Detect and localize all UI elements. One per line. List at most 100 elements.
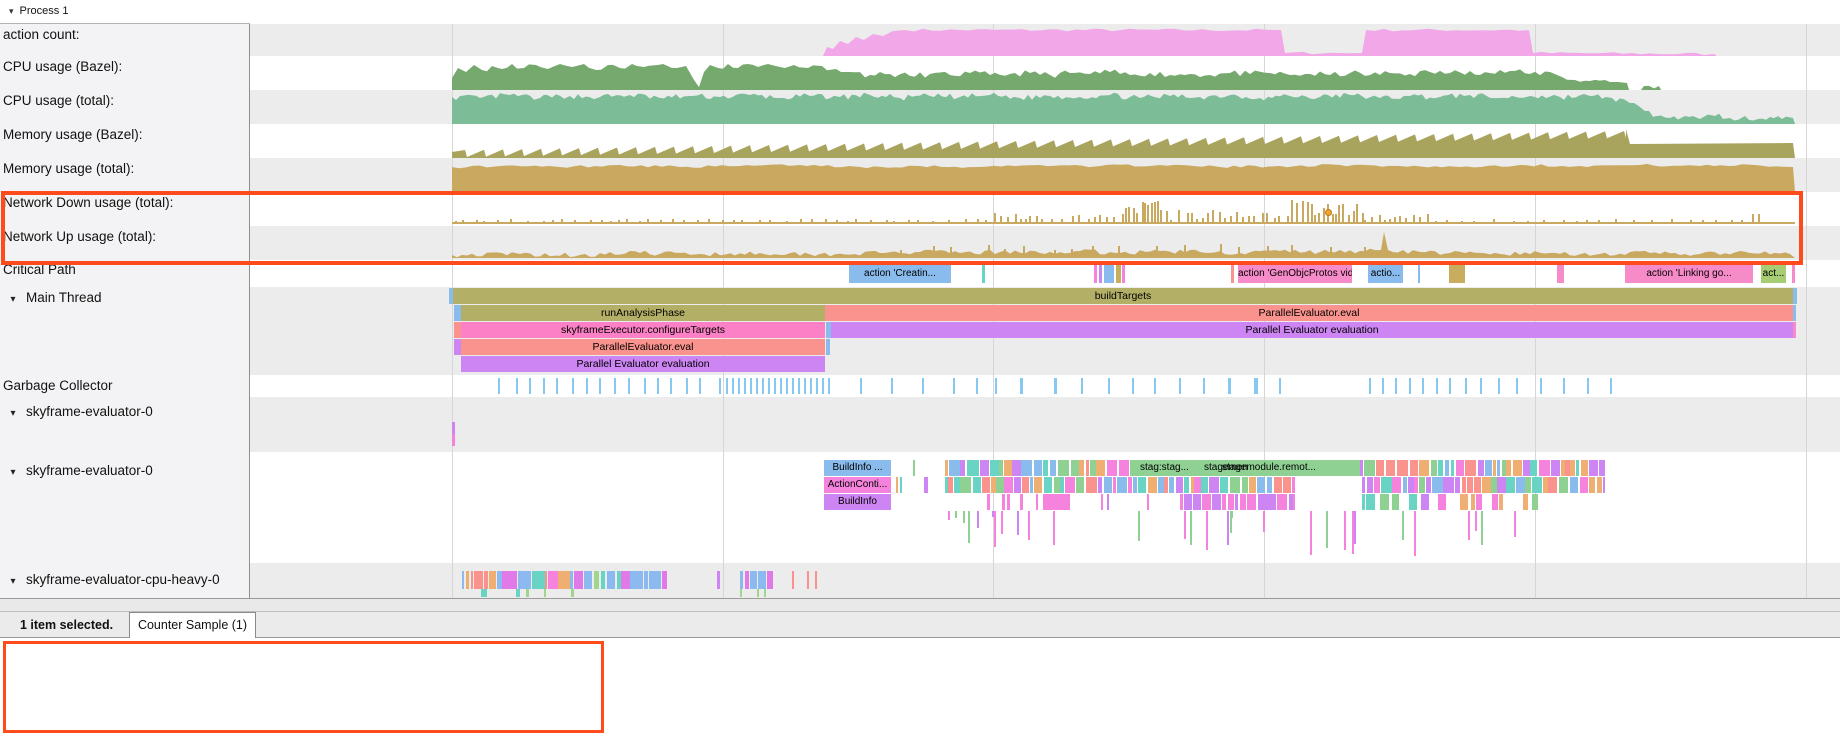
trace-slice[interactable]: [1360, 460, 1363, 476]
gc-event-tick[interactable]: [922, 378, 924, 394]
gc-event-tick[interactable]: [614, 378, 616, 394]
trace-slice[interactable]: [1283, 477, 1291, 493]
counter-spike[interactable]: [825, 219, 827, 222]
gc-event-tick[interactable]: [1516, 378, 1518, 394]
trace-slice[interactable]: [1474, 477, 1481, 493]
trace-slice[interactable]: [1570, 477, 1578, 493]
gc-event-tick[interactable]: [1154, 378, 1156, 394]
counter-spike[interactable]: [462, 220, 464, 222]
critical-path-slice[interactable]: action 'Linking go...: [1625, 264, 1753, 283]
counter-spike[interactable]: [1207, 213, 1209, 222]
counter-spike[interactable]: [1651, 220, 1653, 222]
counter-spike[interactable]: [660, 220, 662, 222]
gc-event-tick[interactable]: [744, 378, 746, 394]
trace-slice[interactable]: [1367, 477, 1373, 493]
trace-slice[interactable]: [758, 571, 765, 589]
trace-slice[interactable]: [1516, 477, 1524, 493]
trace-slice[interactable]: [1222, 494, 1226, 510]
main-thread-slice[interactable]: [1793, 322, 1796, 338]
trace-slice[interactable]: [1194, 477, 1201, 493]
counter-spike[interactable]: [1142, 202, 1144, 222]
gc-event-tick[interactable]: [1587, 378, 1589, 394]
counter-spike[interactable]: [1118, 246, 1120, 258]
call-stack-line[interactable]: [1514, 511, 1516, 537]
gc-event-tick[interactable]: [1422, 378, 1424, 394]
gc-event-tick[interactable]: [891, 378, 893, 394]
counter-spike[interactable]: [1041, 219, 1043, 222]
trace-slice[interactable]: [1462, 477, 1466, 493]
gc-event-tick[interactable]: [586, 378, 588, 394]
trace-slice[interactable]: [1007, 494, 1010, 510]
counter-spike[interactable]: [1242, 217, 1244, 222]
trace-slice[interactable]: [1147, 494, 1149, 510]
critical-path-slice[interactable]: [1449, 264, 1465, 283]
trace-slice[interactable]: [1060, 477, 1064, 493]
trace-slice[interactable]: [1506, 477, 1515, 493]
trace-slice[interactable]: [1043, 494, 1070, 510]
counter-spike[interactable]: [917, 220, 919, 222]
trace-slice[interactable]: [767, 571, 773, 589]
counter-spike[interactable]: [1088, 219, 1090, 222]
gc-event-tick[interactable]: [670, 378, 672, 394]
trace-slice[interactable]: [466, 571, 469, 589]
trace-slice[interactable]: [1014, 477, 1021, 493]
counter-spike[interactable]: [1071, 249, 1073, 258]
counter-spike[interactable]: [722, 220, 724, 222]
counter-spike[interactable]: [900, 250, 902, 258]
skyframe-slice-group[interactable]: stag:stag...stagemenstagemodule.remot...: [1130, 460, 1360, 476]
trace-slice[interactable]: [484, 571, 488, 589]
gc-event-tick[interactable]: [953, 378, 955, 394]
sidebar-item-memory-usage-total[interactable]: Memory usage (total):: [0, 161, 248, 176]
trace-slice[interactable]: [1523, 460, 1530, 476]
counter-spike[interactable]: [647, 219, 649, 222]
trace-slice[interactable]: [526, 589, 529, 597]
counter-spike[interactable]: [1353, 211, 1355, 222]
gc-event-tick[interactable]: [1610, 378, 1612, 394]
counter-spike[interactable]: [1036, 216, 1038, 222]
counter-spike[interactable]: [1758, 214, 1760, 222]
call-stack-line[interactable]: [1402, 511, 1404, 540]
counter-spike[interactable]: [1007, 217, 1009, 222]
trace-slice[interactable]: [1455, 477, 1460, 493]
trace-slice[interactable]: [1426, 477, 1431, 493]
counter-spike[interactable]: [985, 220, 987, 222]
trace-slice[interactable]: [1235, 494, 1238, 510]
gc-event-tick[interactable]: [1449, 378, 1451, 394]
skyframe-slice[interactable]: ActionConti...: [824, 477, 891, 493]
gc-event-tick[interactable]: [556, 378, 558, 394]
trace-slice[interactable]: [987, 494, 990, 510]
trace-slice[interactable]: [574, 571, 583, 589]
gc-event-tick[interactable]: [543, 378, 545, 394]
counter-spike[interactable]: [1278, 216, 1280, 222]
gc-event-tick[interactable]: [1395, 378, 1397, 394]
call-stack-line[interactable]: [1354, 511, 1356, 544]
critical-path-slice[interactable]: [1094, 264, 1097, 283]
gc-event-tick[interactable]: [1369, 378, 1371, 394]
counter-spike[interactable]: [950, 247, 952, 258]
counter-spike[interactable]: [1023, 246, 1025, 258]
trace-slice[interactable]: [1212, 494, 1221, 510]
counter-spike[interactable]: [1136, 213, 1138, 222]
trace-slice[interactable]: [815, 571, 817, 589]
counter-spike[interactable]: [1051, 219, 1053, 222]
trace-slice[interactable]: [1258, 494, 1268, 510]
counter-spike[interactable]: [618, 220, 620, 222]
trace-slice[interactable]: [913, 460, 915, 476]
gc-event-tick[interactable]: [516, 378, 518, 394]
gc-event-tick[interactable]: [686, 378, 688, 394]
tab-counter-sample[interactable]: Counter Sample (1): [129, 612, 256, 638]
trace-slice[interactable]: [544, 589, 546, 597]
counter-spike[interactable]: [1236, 212, 1238, 222]
gc-event-tick[interactable]: [699, 378, 701, 394]
counter-spike[interactable]: [510, 219, 512, 222]
counter-spike[interactable]: [590, 220, 592, 222]
counter-spike[interactable]: [1307, 202, 1309, 222]
trace-slice[interactable]: [1169, 477, 1174, 493]
trace-slice[interactable]: [471, 571, 473, 589]
trace-slice[interactable]: [1530, 460, 1536, 476]
gc-event-tick[interactable]: [1228, 378, 1231, 394]
counter-spike[interactable]: [1191, 213, 1193, 222]
trace-slice[interactable]: [1525, 477, 1530, 493]
counter-spike[interactable]: [1586, 220, 1588, 222]
trace-slice[interactable]: [1408, 477, 1413, 493]
